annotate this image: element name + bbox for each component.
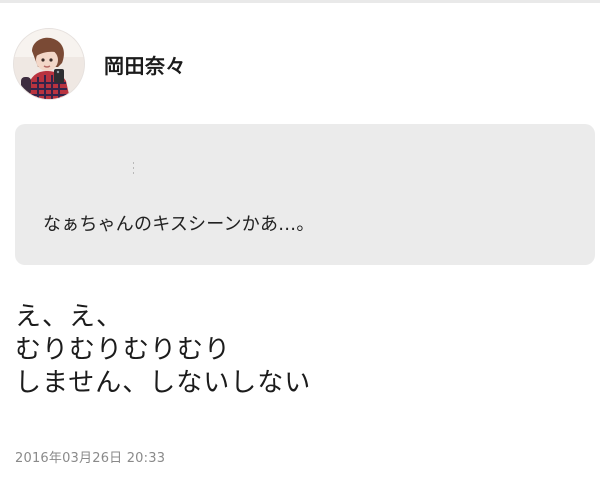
quoted-post-card[interactable]: なぁちゃんのキスシーンかあ…。 xyxy=(15,124,595,265)
post-timestamp: 2016年03月26日 20:33 xyxy=(15,451,166,466)
avatar[interactable] xyxy=(14,29,84,99)
post-body-line: え、え、 xyxy=(15,302,124,332)
profile-photo-icon xyxy=(14,29,84,99)
post-body-line: しません、しないしない xyxy=(15,368,312,398)
author-name[interactable]: 岡田奈々 xyxy=(104,50,186,79)
top-divider xyxy=(0,0,600,3)
post-header: 岡田奈々 xyxy=(14,28,186,100)
loading-dots-icon xyxy=(133,162,135,176)
post-body: え、え、 むりむりむりむり しません、しないしない xyxy=(15,301,585,400)
post-body-line: むりむりむりむり xyxy=(15,335,232,365)
quoted-post-text: なぁちゃんのキスシーンかあ…。 xyxy=(43,214,315,235)
